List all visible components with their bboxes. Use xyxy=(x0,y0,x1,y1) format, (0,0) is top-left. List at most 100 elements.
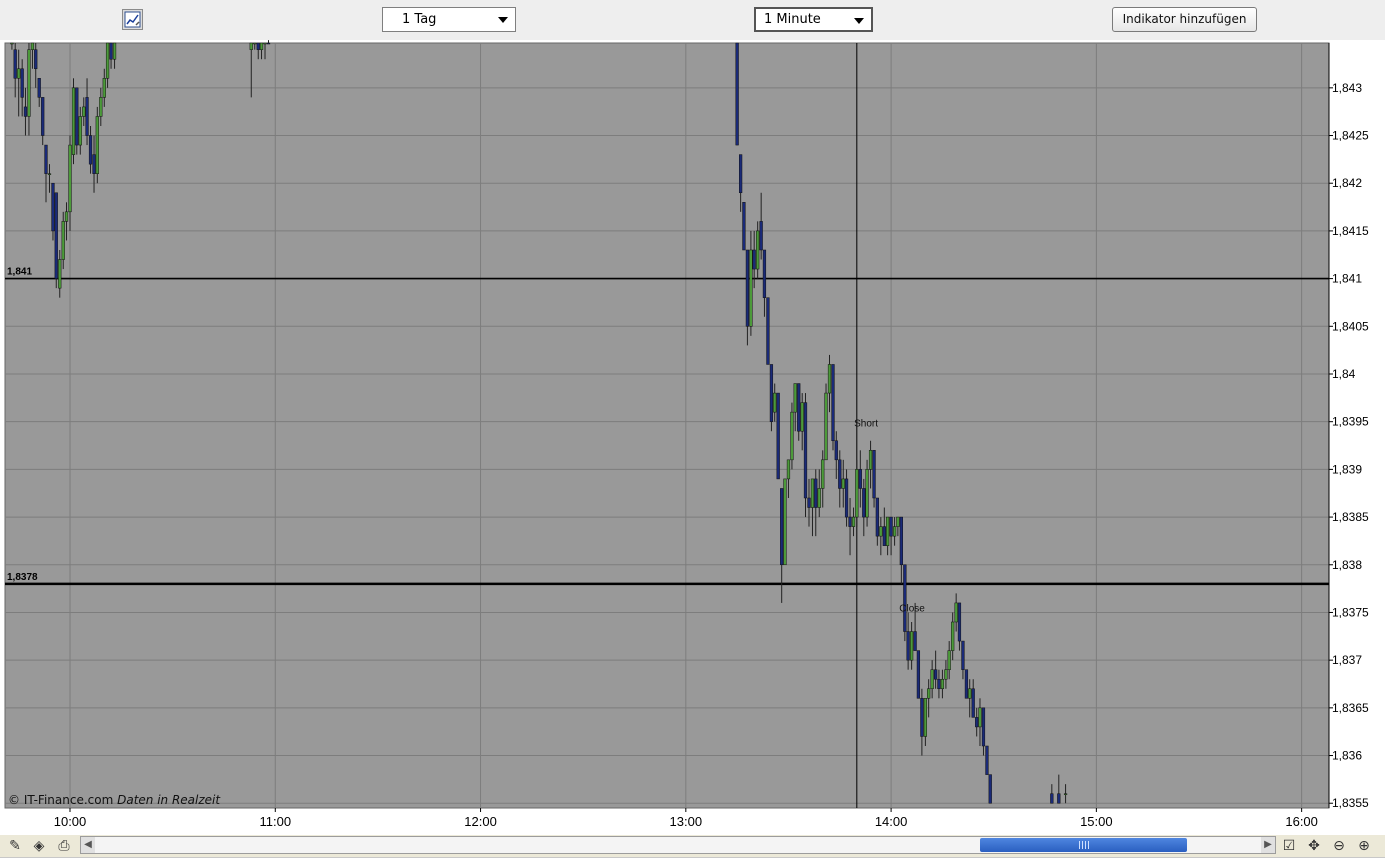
candle-body xyxy=(831,364,835,442)
x-tick-label: 11:00 xyxy=(259,814,291,829)
candle-body xyxy=(10,42,14,45)
y-axis: 1,843 1,8425 1,842 1,8415 1,841 1,8405 1,84 1,8… xyxy=(1328,43,1369,810)
candle-body xyxy=(927,688,931,699)
candle-body xyxy=(58,259,62,289)
price-line-label: 1,841 xyxy=(7,267,32,278)
candle-body xyxy=(855,469,859,518)
candle-body xyxy=(981,707,986,747)
candle-body xyxy=(858,469,862,489)
plot-background xyxy=(4,42,1330,809)
candle-down xyxy=(266,40,271,45)
candle-body xyxy=(41,97,45,136)
candle-body xyxy=(985,745,989,775)
candle-body xyxy=(793,383,797,413)
candle-down xyxy=(735,42,739,146)
candle-body xyxy=(37,78,41,98)
time-range-select[interactable]: 1 Tag xyxy=(382,7,516,32)
y-tick-label: 1,843 xyxy=(1332,81,1362,95)
checkbox-edit-icon[interactable]: ☑ xyxy=(1280,837,1298,855)
candle-body xyxy=(899,516,903,566)
add-indicator-button[interactable]: Indikator hinzufügen xyxy=(1112,7,1257,32)
candle-body xyxy=(766,297,770,365)
window-border xyxy=(0,857,1385,868)
candle-body xyxy=(930,669,934,690)
candle-body xyxy=(739,154,743,194)
candle-body xyxy=(817,488,821,508)
candle-body xyxy=(797,383,801,432)
candle-down xyxy=(769,364,774,432)
candle-body xyxy=(99,97,103,117)
credit-realtime: Daten in Realzeit xyxy=(117,793,221,807)
candle-body xyxy=(752,249,756,270)
candle-body xyxy=(61,221,65,260)
y-tick-label: 1,84 xyxy=(1332,367,1356,381)
scroll-thumb[interactable] xyxy=(980,838,1187,852)
x-tick-label: 12:00 xyxy=(464,814,497,829)
candle-body xyxy=(68,144,72,213)
candle-body xyxy=(88,135,93,165)
candle-body xyxy=(259,42,264,50)
candle-body xyxy=(78,116,82,146)
x-tick-label: 14:00 xyxy=(875,814,908,829)
candlestick-chart[interactable]: 1,8411,8378 ShortClose 1,8431,84251,8421… xyxy=(0,40,1385,835)
candle-down xyxy=(766,297,770,365)
bottom-toolbar: ✎ ◈ ⎙ ◀ ▶ ☑ ✥ ⊖ ⊕ xyxy=(0,835,1385,857)
candle-body xyxy=(786,459,791,480)
candle-body xyxy=(803,402,808,499)
time-range-value: 1 Tag xyxy=(402,12,437,27)
candle-body xyxy=(756,230,760,270)
candle-body xyxy=(937,678,941,690)
scroll-right-arrow-icon[interactable]: ▶ xyxy=(1261,837,1275,853)
y-tick-label: 1,8395 xyxy=(1332,415,1369,429)
scroll-left-arrow-icon[interactable]: ◀ xyxy=(81,837,95,853)
candle-body xyxy=(834,440,838,461)
chart-area[interactable]: 1,841 1,8378 Short Close 1,843 1,8425 1,842 1… xyxy=(0,40,1385,835)
candle-body xyxy=(112,42,117,60)
candle-body xyxy=(851,516,856,527)
y-tick-label: 1,8425 xyxy=(1332,129,1369,143)
candle-down xyxy=(742,202,746,251)
candle-down xyxy=(988,774,992,804)
chevron-down-icon xyxy=(854,18,864,24)
pan-icon[interactable]: ✥ xyxy=(1305,837,1323,855)
color-tool-icon[interactable]: ◈ xyxy=(30,837,48,855)
candle-body xyxy=(776,392,780,480)
candle-body xyxy=(27,49,31,117)
candle-down xyxy=(985,745,989,775)
candle-body xyxy=(882,526,886,546)
zoom-in-icon[interactable]: ⊕ xyxy=(1355,837,1373,855)
y-tick-label: 1,8355 xyxy=(1332,796,1369,810)
time-scrollbar[interactable]: ◀ ▶ xyxy=(80,836,1276,854)
candle-body xyxy=(947,650,951,670)
interval-select[interactable]: 1 Minute xyxy=(754,7,873,32)
candle-down xyxy=(916,650,921,699)
candle-body xyxy=(971,688,975,718)
candle-body xyxy=(769,364,774,422)
candle-body xyxy=(844,478,849,518)
candle-body xyxy=(934,669,938,680)
candle-body xyxy=(54,192,58,279)
x-tick-label: 16:00 xyxy=(1285,814,1318,829)
y-tick-label: 1,838 xyxy=(1332,558,1362,572)
candle-body xyxy=(102,78,106,98)
print-icon[interactable]: ⎙ xyxy=(55,837,73,855)
y-tick-label: 1,836 xyxy=(1332,749,1362,763)
chart-settings-icon[interactable] xyxy=(122,9,143,30)
chevron-down-icon xyxy=(498,17,508,23)
candle-up xyxy=(71,78,76,165)
y-tick-label: 1,839 xyxy=(1332,462,1362,476)
candle-body xyxy=(862,488,866,518)
candle-down xyxy=(75,87,79,155)
zoom-out-icon[interactable]: ⊖ xyxy=(1330,837,1348,855)
candle-body xyxy=(838,459,842,489)
scroll-grip-icon xyxy=(1078,841,1089,849)
candle-body xyxy=(266,42,271,45)
candle-up xyxy=(95,106,99,184)
draw-tool-icon[interactable]: ✎ xyxy=(6,837,24,855)
candle-body xyxy=(872,450,876,499)
candle-body xyxy=(780,488,784,566)
candle-body xyxy=(790,411,794,461)
candle-body xyxy=(773,392,777,413)
candle-body xyxy=(889,516,893,537)
y-tick-label: 1,841 xyxy=(1332,272,1362,286)
